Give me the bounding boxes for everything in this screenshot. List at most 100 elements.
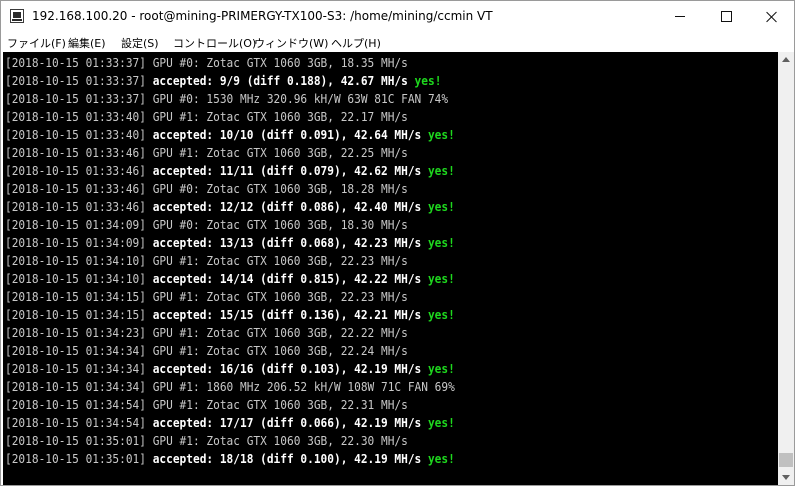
terminal-line: [2018-10-15 01:34:15] accepted: 15/15 (d… [5,306,455,324]
scroll-up-icon[interactable] [778,52,794,68]
terminal-line: [2018-10-15 01:34:34] GPU #1: Zotac GTX … [5,342,408,360]
log-timestamp: [2018-10-15 01:34:34] [5,379,146,394]
terminal-line: [2018-10-15 01:34:10] accepted: 14/14 (d… [5,270,455,288]
terminal-line: [2018-10-15 01:35:01] accepted: 18/18 (d… [5,450,455,468]
terminal-line: [2018-10-15 01:33:37] accepted: 9/9 (dif… [5,72,441,90]
terminal-line: [2018-10-15 01:33:37] GPU #0: 1530 MHz 3… [5,90,448,108]
log-timestamp: [2018-10-15 01:34:23] [5,325,146,340]
terminal-line: [2018-10-15 01:33:40] GPU #1: Zotac GTX … [5,108,408,126]
terminal-line: [2018-10-15 01:34:54] accepted: 17/17 (d… [5,414,455,432]
log-timestamp: [2018-10-15 01:33:37] [5,91,146,106]
gpu-status-text: GPU #1: 1860 MHz 206.52 kH/W 108W 71C FA… [145,379,455,394]
log-timestamp: [2018-10-15 01:34:54] [5,397,146,412]
gpu-status-text: GPU #1: Zotac GTX 1060 3GB, 22.30 MH/s [145,433,408,448]
accepted-share-text: accepted: 16/16 (diff 0.103), 42.19 MH/s [145,361,428,376]
log-timestamp: [2018-10-15 01:33:46] [5,181,146,196]
yes-indicator: yes! [427,163,455,178]
log-timestamp: [2018-10-15 01:34:09] [5,217,146,232]
maximize-button[interactable] [703,1,749,32]
terminal-line: [2018-10-15 01:33:40] accepted: 10/10 (d… [5,126,455,144]
scroll-down-icon[interactable] [778,469,794,485]
close-button[interactable] [749,1,795,32]
gpu-status-text: GPU #1: Zotac GTX 1060 3GB, 22.23 MH/s [145,253,408,268]
scroll-thumb[interactable] [779,453,793,467]
log-timestamp: [2018-10-15 01:34:34] [5,361,146,376]
gpu-status-text: GPU #0: Zotac GTX 1060 3GB, 18.28 MH/s [145,181,408,196]
accepted-share-text: accepted: 17/17 (diff 0.066), 42.19 MH/s [145,415,428,430]
log-timestamp: [2018-10-15 01:33:40] [5,127,146,142]
terminal-line: [2018-10-15 01:35:01] GPU #1: Zotac GTX … [5,432,408,450]
terminal-line: [2018-10-15 01:33:46] GPU #0: Zotac GTX … [5,180,408,198]
log-timestamp: [2018-10-15 01:33:37] [5,73,146,88]
log-timestamp: [2018-10-15 01:33:46] [5,145,146,160]
log-timestamp: [2018-10-15 01:34:34] [5,343,146,358]
terminal-line: [2018-10-15 01:33:46] accepted: 11/11 (d… [5,162,455,180]
log-timestamp: [2018-10-15 01:33:46] [5,199,146,214]
log-timestamp: [2018-10-15 01:34:10] [5,253,146,268]
menu-window[interactable]: ウィンドウ(W) [254,35,328,51]
minimize-icon [675,16,685,17]
terminal-line: [2018-10-15 01:34:34] accepted: 16/16 (d… [5,360,455,378]
menu-settings[interactable]: 設定(S) [121,35,159,51]
log-timestamp: [2018-10-15 01:34:15] [5,307,146,322]
terminal-line: [2018-10-15 01:34:34] GPU #1: 1860 MHz 2… [5,378,455,396]
window-title: 192.168.100.20 - root@mining-PRIMERGY-TX… [32,9,493,23]
gpu-status-text: GPU #1: Zotac GTX 1060 3GB, 22.17 MH/s [145,109,408,124]
yes-indicator: yes! [427,235,455,250]
terminal-output[interactable]: [2018-10-15 01:33:37] GPU #0: Zotac GTX … [3,52,778,485]
terminal-window: 192.168.100.20 - root@mining-PRIMERGY-TX… [0,0,795,486]
accepted-share-text: accepted: 14/14 (diff 0.815), 42.22 MH/s [145,271,428,286]
minimize-button[interactable] [657,1,703,32]
terminal-line: [2018-10-15 01:33:46] accepted: 12/12 (d… [5,198,455,216]
yes-indicator: yes! [427,361,455,376]
gpu-status-text: GPU #0: Zotac GTX 1060 3GB, 18.35 MH/s [145,55,408,70]
terminal-line: [2018-10-15 01:34:23] GPU #1: Zotac GTX … [5,324,408,342]
accepted-share-text: accepted: 10/10 (diff 0.091), 42.64 MH/s [145,127,428,142]
gpu-status-text: GPU #1: Zotac GTX 1060 3GB, 22.22 MH/s [145,325,408,340]
yes-indicator: yes! [427,199,455,214]
log-timestamp: [2018-10-15 01:34:15] [5,289,146,304]
title-bar[interactable]: 192.168.100.20 - root@mining-PRIMERGY-TX… [1,1,794,32]
log-timestamp: [2018-10-15 01:33:40] [5,109,146,124]
yes-indicator: yes! [427,415,455,430]
close-icon [766,11,778,23]
log-timestamp: [2018-10-15 01:35:01] [5,433,146,448]
log-timestamp: [2018-10-15 01:34:10] [5,271,146,286]
vertical-scrollbar[interactable] [778,52,794,485]
gpu-status-text: GPU #0: Zotac GTX 1060 3GB, 18.30 MH/s [145,217,408,232]
maximize-icon [720,11,732,22]
menu-edit[interactable]: 編集(E) [68,35,106,51]
accepted-share-text: accepted: 15/15 (diff 0.136), 42.21 MH/s [145,307,428,322]
log-timestamp: [2018-10-15 01:33:37] [5,55,146,70]
menu-control[interactable]: コントロール(O) [173,35,256,51]
accepted-share-text: accepted: 13/13 (diff 0.068), 42.23 MH/s [145,235,428,250]
yes-indicator: yes! [427,127,455,142]
log-timestamp: [2018-10-15 01:33:46] [5,163,146,178]
gpu-status-text: GPU #1: Zotac GTX 1060 3GB, 22.31 MH/s [145,397,408,412]
gpu-status-text: GPU #1: Zotac GTX 1060 3GB, 22.25 MH/s [145,145,408,160]
yes-indicator: yes! [427,271,455,286]
gpu-status-text: GPU #0: 1530 MHz 320.96 kH/W 63W 81C FAN… [145,91,449,106]
gpu-status-text: GPU #1: Zotac GTX 1060 3GB, 22.23 MH/s [145,289,408,304]
accepted-share-text: accepted: 12/12 (diff 0.086), 42.40 MH/s [145,199,428,214]
terminal-line: [2018-10-15 01:33:37] GPU #0: Zotac GTX … [5,54,408,72]
terminal-app-icon[interactable] [10,9,24,23]
terminal-line: [2018-10-15 01:34:09] GPU #0: Zotac GTX … [5,216,408,234]
terminal-line: [2018-10-15 01:33:46] GPU #1: Zotac GTX … [5,144,408,162]
gpu-status-text: GPU #1: Zotac GTX 1060 3GB, 22.24 MH/s [145,343,408,358]
yes-indicator: yes! [427,307,455,322]
terminal-line: [2018-10-15 01:34:15] GPU #1: Zotac GTX … [5,288,408,306]
menu-bar: ファイル(F) 編集(E) 設定(S) コントロール(O) ウィンドウ(W) ヘ… [1,32,794,52]
terminal-line: [2018-10-15 01:34:54] GPU #1: Zotac GTX … [5,396,408,414]
accepted-share-text: accepted: 9/9 (diff 0.188), 42.67 MH/s [145,73,415,88]
terminal-line: [2018-10-15 01:34:09] accepted: 13/13 (d… [5,234,455,252]
menu-file[interactable]: ファイル(F) [7,35,66,51]
log-timestamp: [2018-10-15 01:35:01] [5,451,146,466]
accepted-share-text: accepted: 11/11 (diff 0.079), 42.62 MH/s [145,163,428,178]
accepted-share-text: accepted: 18/18 (diff 0.100), 42.19 MH/s [145,451,428,466]
terminal-line: [2018-10-15 01:34:10] GPU #1: Zotac GTX … [5,252,408,270]
yes-indicator: yes! [414,73,442,88]
menu-help[interactable]: ヘルプ(H) [331,35,381,51]
log-timestamp: [2018-10-15 01:34:09] [5,235,146,250]
log-timestamp: [2018-10-15 01:34:54] [5,415,146,430]
